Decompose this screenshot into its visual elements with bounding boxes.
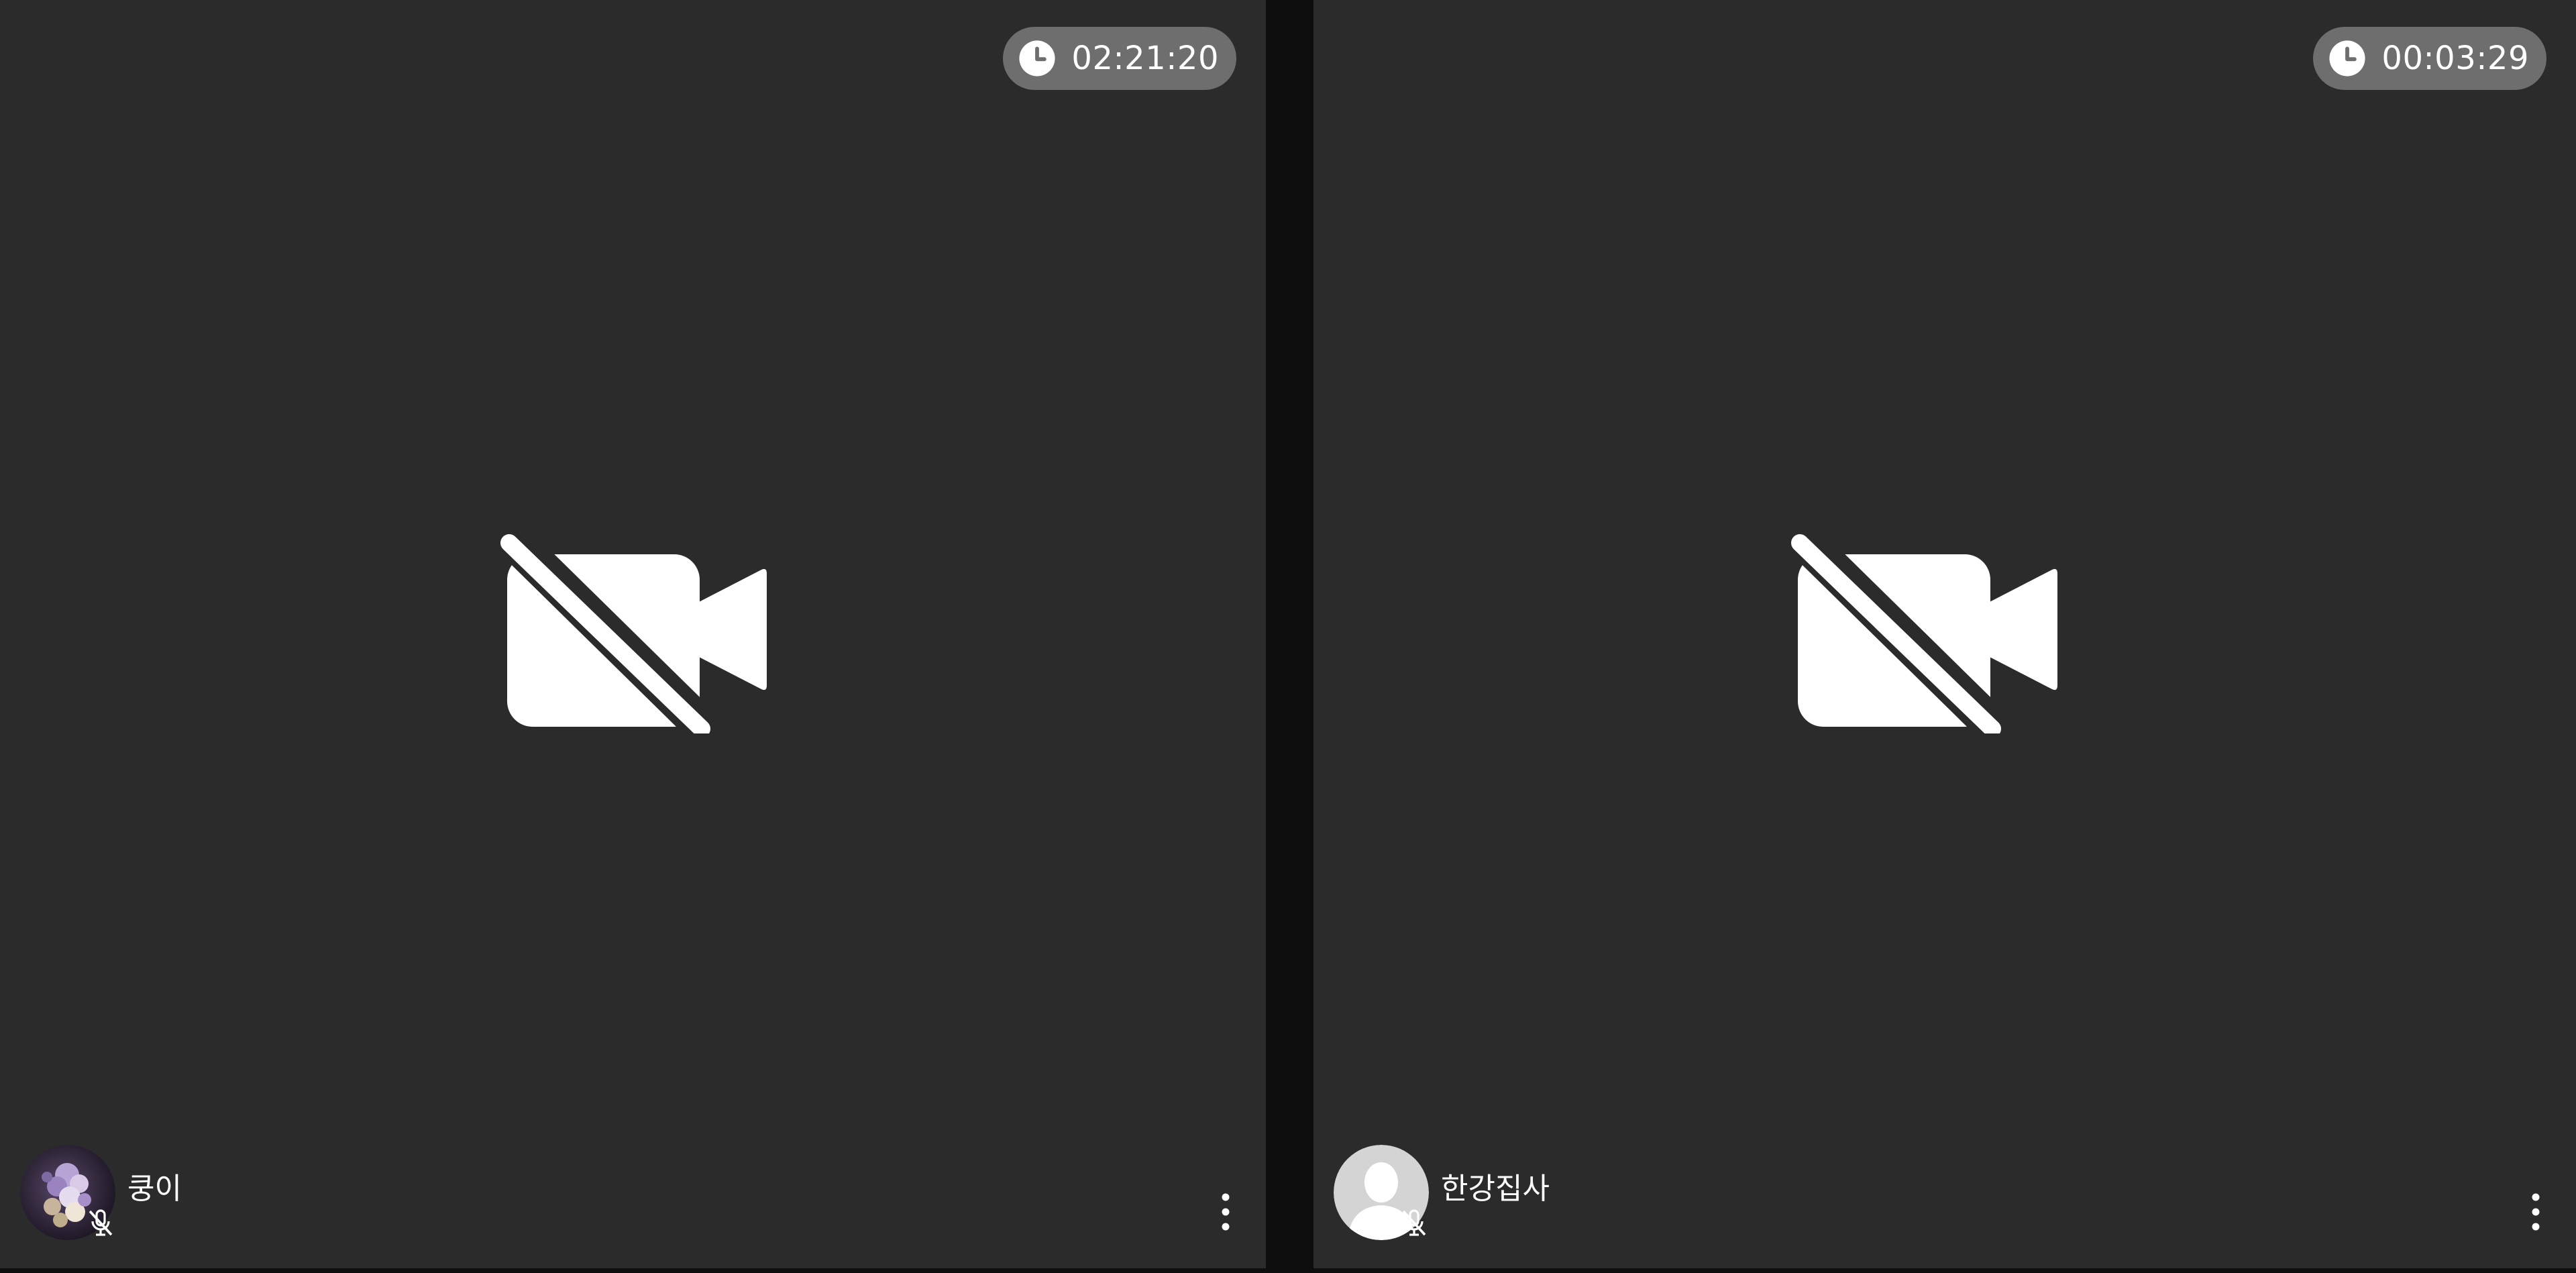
mic-off-icon bbox=[89, 1209, 113, 1236]
participant-info: 쿵이 bbox=[20, 1145, 182, 1240]
clock-icon bbox=[2329, 40, 2366, 77]
video-call-grid: 02:21:20 쿵이 00:03:29 한강집사 bbox=[0, 0, 2576, 1273]
clock-icon bbox=[1019, 40, 1056, 77]
call-timer-value: 00:03:29 bbox=[2381, 40, 2529, 77]
mic-off-icon bbox=[1402, 1209, 1426, 1236]
video-off-icon bbox=[1789, 532, 2057, 733]
avatar-container bbox=[1334, 1145, 1429, 1240]
call-timer: 02:21:20 bbox=[1003, 27, 1236, 90]
participant-name: 한강집사 bbox=[1441, 1172, 1550, 1206]
more-vertical-icon[interactable] bbox=[1218, 1192, 1234, 1232]
avatar-container bbox=[20, 1145, 115, 1240]
call-timer: 00:03:29 bbox=[2313, 27, 2546, 90]
participant-tile-1[interactable]: 02:21:20 쿵이 bbox=[0, 0, 1266, 1268]
call-timer-value: 02:21:20 bbox=[1071, 40, 1219, 77]
participant-info: 한강집사 bbox=[1334, 1145, 1550, 1240]
more-vertical-icon[interactable] bbox=[2528, 1192, 2544, 1232]
video-off-icon bbox=[498, 532, 767, 733]
participant-tile-2[interactable]: 00:03:29 한강집사 bbox=[1313, 0, 2576, 1268]
participant-name: 쿵이 bbox=[127, 1172, 182, 1206]
